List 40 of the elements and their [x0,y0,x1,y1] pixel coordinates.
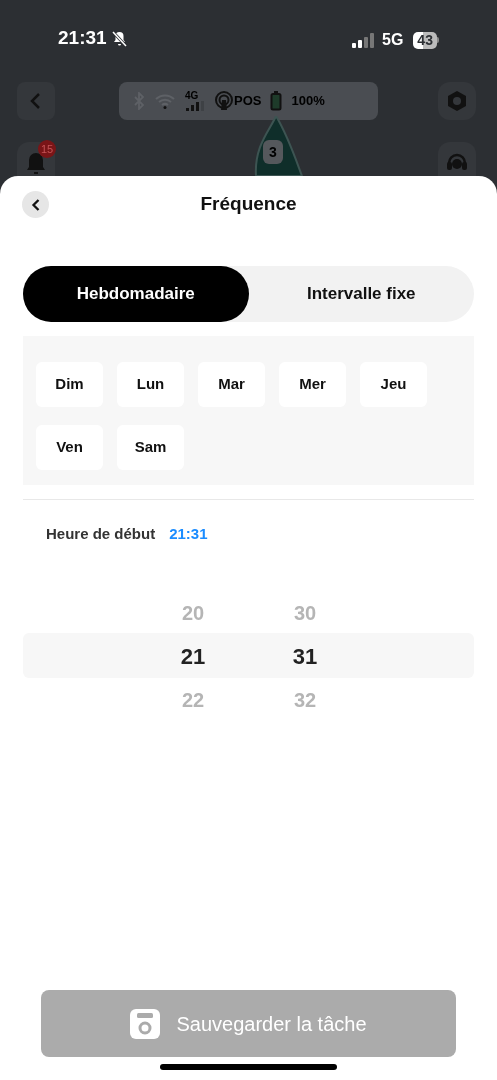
hexagon-icon [446,90,468,112]
picker-value: 20 [181,600,205,626]
signal-icon [352,32,376,48]
segment-tab[interactable]: Intervalle fixe [248,266,474,322]
battery-percent: 100% [291,92,325,111]
picker-value: 22 [181,687,205,713]
day-chip[interactable]: Ven [36,425,103,470]
picker-value: 32 [293,687,317,713]
map-count-badge: 3 [263,140,283,164]
day-chip[interactable]: Mar [198,362,265,407]
battery-indicator: 43 [413,31,439,49]
day-chip[interactable]: Lun [117,362,184,407]
start-time-value: 21:31 [169,524,208,544]
wifi-icon [154,93,176,109]
chevron-left-icon [30,197,41,212]
broadcast-icon [214,91,234,111]
picker-value: 30 [293,600,317,626]
status-time: 21:31 [58,26,107,50]
bell-muted-icon [110,29,128,47]
back-button[interactable] [22,191,49,218]
day-chip[interactable]: Dim [36,362,103,407]
notification-badge: 15 [38,140,56,158]
segment-tab[interactable]: Hebdomadaire [23,266,249,322]
sheet-title: Fréquence [200,191,297,216]
time-picker[interactable]: 20 21 22 30 31 32 [0,591,497,718]
cellular-signal-icon [185,101,205,111]
network-label: 5G [382,30,404,50]
day-chip[interactable]: Mer [279,362,346,407]
support-button[interactable] [438,142,476,176]
day-chip[interactable]: Jeu [360,362,427,407]
cellular-label: 4G [185,91,199,101]
settings-button[interactable] [438,82,476,120]
picker-value: 31 [292,642,318,671]
start-time-label: Heure de début [46,524,156,544]
battery-icon [270,91,283,111]
day-chip[interactable]: Sam [117,425,184,470]
pos-label: POS [234,92,262,111]
save-icon [130,1008,161,1039]
picker-value: 21 [180,642,206,671]
chevron-left-icon [29,92,43,110]
